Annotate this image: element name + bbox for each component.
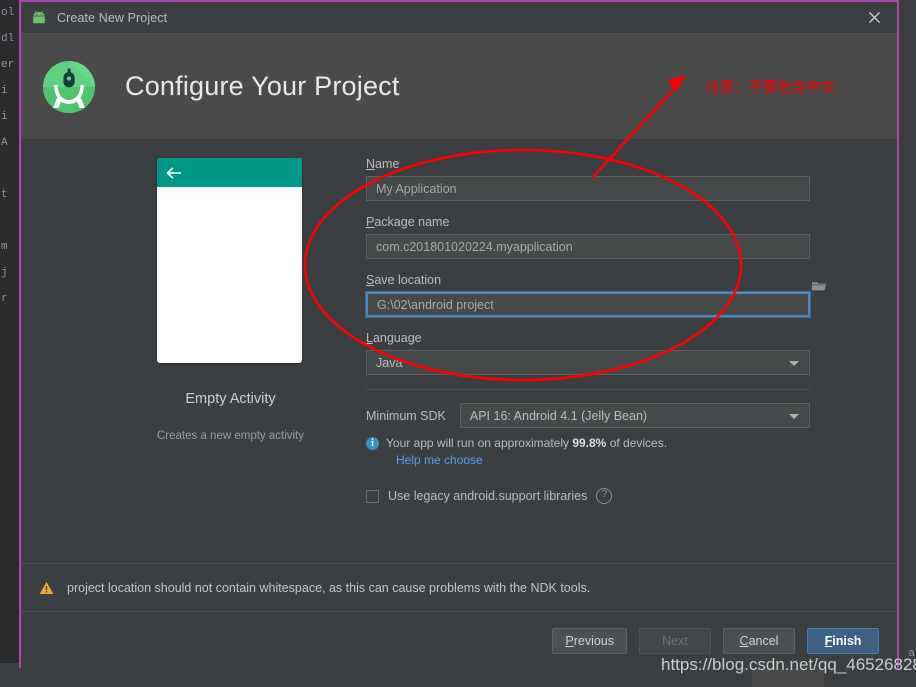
name-accel-char: N [366, 157, 376, 171]
validation-warning-text: project location should not contain whit… [67, 580, 591, 595]
ide-right-edge [900, 0, 916, 687]
android-bugdroid-icon [30, 9, 48, 27]
package-name-input-value: com.c201801020224.myapplication [376, 239, 573, 254]
chevron-down-icon [788, 414, 799, 419]
preview-appbar [157, 158, 302, 187]
create-new-project-dialog: Create New Project Configure Your Projec… [19, 0, 899, 669]
previous-label-rest: revious [573, 633, 614, 648]
cancel-button[interactable]: Cancel [723, 627, 795, 654]
device-coverage-info: i Your app will run on approximately 99.… [366, 436, 836, 450]
minimum-sdk-select[interactable]: API 16: Android 4.1 (Jelly Bean) [459, 403, 810, 428]
close-icon[interactable] [851, 2, 897, 33]
previous-button[interactable]: Previous [552, 627, 627, 654]
save-label-rest: ave location [374, 273, 442, 287]
info-icon: i [366, 437, 379, 450]
save-location-input[interactable]: G:\02\android project [366, 292, 810, 317]
cancel-accel-char: C [739, 633, 749, 648]
save-location-field-label: Save location [366, 273, 836, 287]
next-button: Next [639, 627, 711, 654]
package-name-input[interactable]: com.c201801020224.myapplication [366, 234, 810, 259]
activity-preview-card [157, 158, 302, 363]
language-select[interactable]: Java [366, 350, 810, 375]
cancel-label-rest: ancel [748, 633, 779, 648]
dialog-title: Create New Project [57, 10, 168, 25]
language-select-value: Java [376, 355, 403, 370]
coverage-text-after: of devices. [606, 436, 668, 450]
watermark-url: https://blog.csdn.net/qq_46526828 [661, 655, 916, 674]
legacy-libraries-row: Use legacy android.support libraries ? [366, 488, 836, 504]
finish-button[interactable]: Finish [807, 627, 879, 654]
next-label: Next [662, 633, 688, 648]
package-label-rest: ackage name [374, 215, 450, 229]
device-coverage-text: Your app will run on approximately 99.8%… [386, 436, 667, 450]
activity-template-description: Creates a new empty activity [157, 430, 305, 442]
language-accel-char: L [366, 331, 373, 345]
chevron-down-icon [789, 361, 799, 366]
name-label-rest: ame [375, 157, 400, 171]
dialog-titlebar: Create New Project [21, 2, 897, 33]
coverage-text-before: Your app will run on approximately [386, 436, 573, 450]
dialog-body: Empty Activity Creates a new empty activ… [21, 139, 897, 563]
help-me-choose-link[interactable]: Help me choose [396, 453, 836, 467]
activity-template-preview: Empty Activity Creates a new empty activ… [157, 158, 304, 442]
legacy-libraries-checkbox[interactable] [366, 489, 379, 503]
name-field-label: Name [366, 157, 836, 171]
name-input[interactable]: My Application [366, 176, 810, 201]
page-title: Configure Your Project [125, 71, 400, 101]
arrow-left-icon [166, 166, 183, 180]
package-name-field-label: Package name [366, 215, 836, 229]
previous-accel-char: P [565, 633, 574, 648]
activity-template-name: Empty Activity [185, 391, 276, 407]
minimum-sdk-label: Minimum SDK [366, 408, 446, 423]
language-label-rest: anguage [372, 331, 422, 345]
coverage-percent: 99.8% [572, 436, 607, 450]
name-input-value: My Application [376, 181, 457, 196]
finish-label-rest: inish [832, 633, 862, 648]
minimum-sdk-row: Minimum SDK API 16: Android 4.1 (Jelly B… [366, 403, 836, 428]
warning-triangle-icon [39, 581, 54, 595]
validation-warning: project location should not contain whit… [21, 563, 897, 611]
project-config-form: Name My Application Package name com.c20… [366, 139, 836, 504]
save-location-input-value: G:\02\android project [377, 297, 494, 312]
android-studio-logo-icon [39, 57, 99, 117]
minimum-sdk-select-value: API 16: Android 4.1 (Jelly Bean) [469, 408, 648, 423]
question-mark-icon[interactable]: ? [596, 488, 613, 504]
legacy-libraries-label: Use legacy android.support libraries [388, 489, 588, 503]
form-divider [366, 389, 810, 390]
finish-accel-char: F [824, 633, 833, 648]
folder-icon[interactable] [811, 279, 827, 292]
language-field-label: Language [366, 331, 836, 345]
dialog-header: Configure Your Project [21, 33, 897, 139]
